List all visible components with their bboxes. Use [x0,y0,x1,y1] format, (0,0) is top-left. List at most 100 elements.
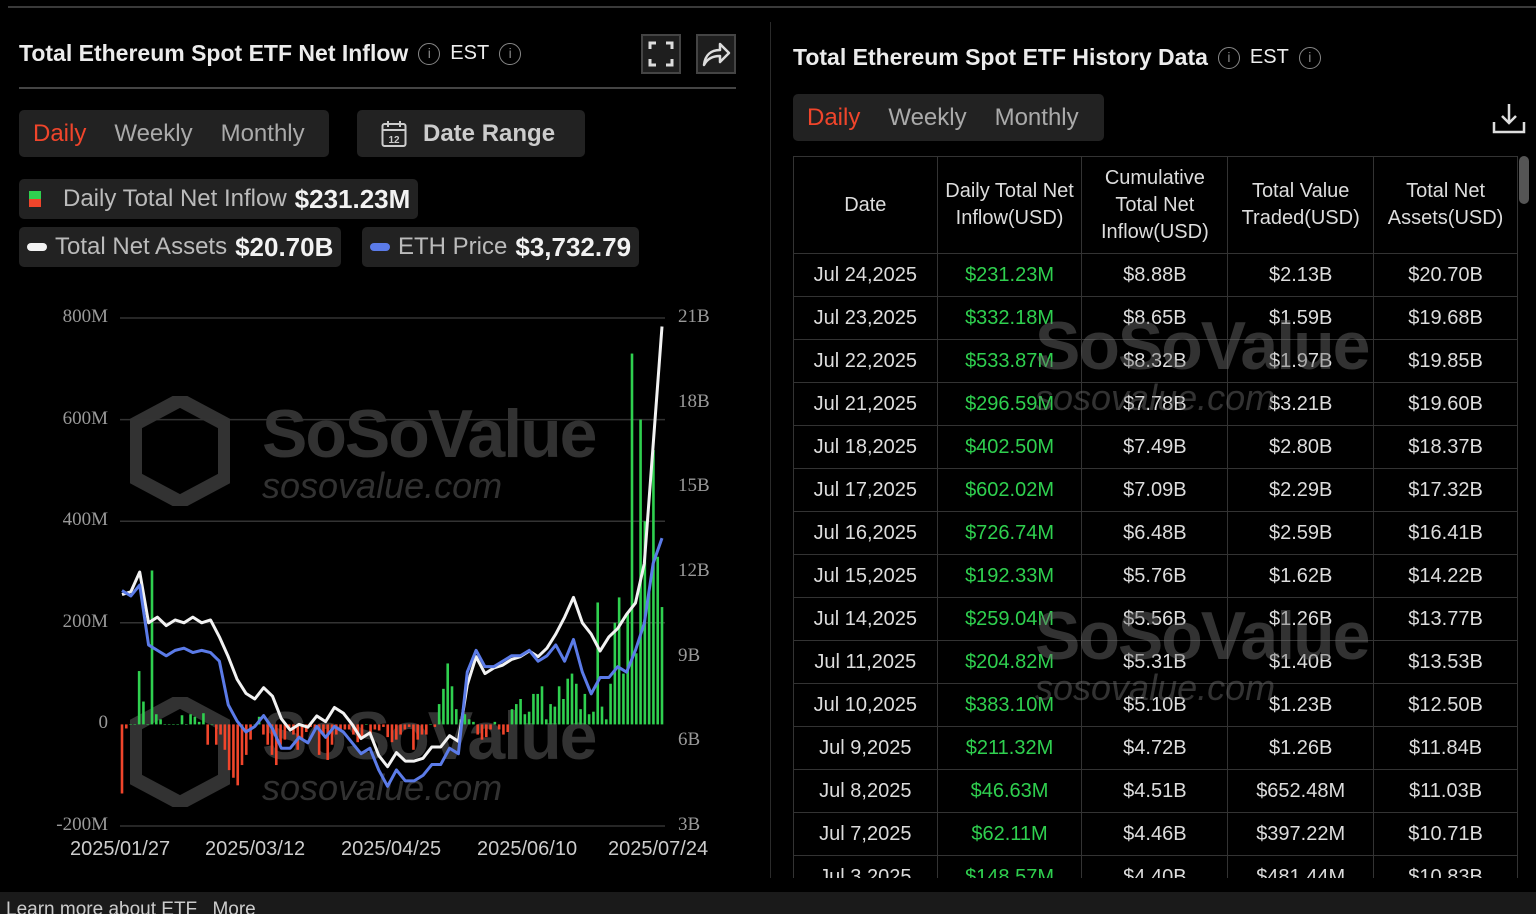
table-cell: $1.59B [1227,296,1375,340]
table-cell: $17.32B [1373,468,1518,512]
table-cell: $296.59M [936,382,1083,426]
table-cell: $18.37B [1373,425,1518,469]
table-cell: $46.63M [936,769,1083,813]
table-cell: Jul 7,2025 [793,812,938,856]
table-cell: $652.48M [1227,769,1375,813]
table-cell: Jul 9,2025 [793,726,938,770]
table-cell: $1.97B [1227,339,1375,383]
table-cell: $481.44M [1227,855,1375,878]
table-row[interactable]: Jul 8,2025 $46.63M $4.51B $652.48M $11.03B [793,769,1518,813]
table-cell: Jul 24,2025 [793,253,938,297]
column-header: Total Net Assets(USD) [1373,156,1518,254]
table-cell: $4.46B [1081,812,1229,856]
table-cell: Jul 14,2025 [793,597,938,641]
table-row[interactable]: Jul 21,2025 $296.59M $7.78B $3.21B $19.60B [793,382,1518,426]
table-cell: $148.57M [936,855,1083,878]
table-cell: $11.84B [1373,726,1518,770]
table-cell: $8.32B [1081,339,1229,383]
table-cell: $5.31B [1081,640,1229,684]
table-cell: $14.22B [1373,554,1518,598]
table-cell: Jul 3,2025 [793,855,938,878]
history-table-viewport: Date Daily Total Net Inflow(USD) Cumulativ… [0,0,1536,878]
table-cell: $2.59B [1227,511,1375,555]
table-cell: $726.74M [936,511,1083,555]
column-header: Daily Total Net Inflow(USD) [936,156,1083,254]
table-cell: $13.53B [1373,640,1518,684]
column-header: Date [793,156,938,254]
table-cell: $6.48B [1081,511,1229,555]
table-cell: $1.23B [1227,683,1375,727]
table-cell: $533.87M [936,339,1083,383]
table-row[interactable]: Jul 14,2025 $259.04M $5.56B $1.26B $13.77B [793,597,1518,641]
table-cell: Jul 10,2025 [793,683,938,727]
table-cell: $19.85B [1373,339,1518,383]
table-cell: $1.62B [1227,554,1375,598]
table-cell: $397.22M [1227,812,1375,856]
table-cell: $2.80B [1227,425,1375,469]
table-row[interactable]: Jul 7,2025 $62.11M $4.46B $397.22M $10.71B [793,812,1518,856]
table-cell: $332.18M [936,296,1083,340]
table-cell: $4.51B [1081,769,1229,813]
table-cell: $13.77B [1373,597,1518,641]
table-cell: $19.60B [1373,382,1518,426]
table-cell: $1.26B [1227,726,1375,770]
table-cell: $1.26B [1227,597,1375,641]
table-cell: $192.33M [936,554,1083,598]
table-cell: Jul 15,2025 [793,554,938,598]
table-cell: $2.13B [1227,253,1375,297]
table-row[interactable]: Jul 17,2025 $602.02M $7.09B $2.29B $17.32B [793,468,1518,512]
footer-bar: Learn more about ETF More [0,892,1536,914]
table-cell: $12.50B [1373,683,1518,727]
table-cell: $8.65B [1081,296,1229,340]
table-cell: $231.23M [936,253,1083,297]
table-cell: $4.72B [1081,726,1229,770]
table-cell: $8.88B [1081,253,1229,297]
column-header: Total Value Traded(USD) [1227,156,1375,254]
table-cell: $4.40B [1081,855,1229,878]
table-cell: $211.32M [936,726,1083,770]
table-row[interactable]: Jul 24,2025 $231.23M $8.88B $2.13B $20.70B [793,253,1518,297]
table-cell: $10.71B [1373,812,1518,856]
table-cell: $62.11M [936,812,1083,856]
table-cell: Jul 16,2025 [793,511,938,555]
table-cell: $20.70B [1373,253,1518,297]
table-cell: Jul 8,2025 [793,769,938,813]
table-row[interactable]: Jul 23,2025 $332.18M $8.65B $1.59B $19.68B [793,296,1518,340]
table-row[interactable]: Jul 15,2025 $192.33M $5.76B $1.62B $14.22B [793,554,1518,598]
table-row[interactable]: Jul 3,2025 $148.57M $4.40B $481.44M $10.83B [793,855,1518,878]
table-cell: $7.49B [1081,425,1229,469]
table-cell: $259.04M [936,597,1083,641]
table-row[interactable]: Jul 22,2025 $533.87M $8.32B $1.97B $19.85B [793,339,1518,383]
table-cell: $204.82M [936,640,1083,684]
table-cell: $383.10M [936,683,1083,727]
table-cell: $2.29B [1227,468,1375,512]
table-cell: $5.10B [1081,683,1229,727]
table-scrollbar[interactable] [1519,156,1529,204]
table-cell: $19.68B [1373,296,1518,340]
history-table: Date Daily Total Net Inflow(USD) Cumulativ… [793,156,1518,878]
table-row[interactable]: Jul 9,2025 $211.32M $4.72B $1.26B $11.84B [793,726,1518,770]
table-cell: Jul 18,2025 [793,425,938,469]
table-row[interactable]: Jul 18,2025 $402.50M $7.49B $2.80B $18.37B [793,425,1518,469]
more-link[interactable]: More [212,899,255,914]
table-cell: $602.02M [936,468,1083,512]
table-row[interactable]: Jul 16,2025 $726.74M $6.48B $2.59B $16.41B [793,511,1518,555]
table-cell: $402.50M [936,425,1083,469]
table-cell: Jul 21,2025 [793,382,938,426]
table-cell: $5.76B [1081,554,1229,598]
table-cell: Jul 17,2025 [793,468,938,512]
table-cell: $16.41B [1373,511,1518,555]
table-cell: $3.21B [1227,382,1375,426]
table-cell: $7.78B [1081,382,1229,426]
table-cell: Jul 23,2025 [793,296,938,340]
table-row[interactable]: Jul 10,2025 $383.10M $5.10B $1.23B $12.50B [793,683,1518,727]
table-cell: $11.03B [1373,769,1518,813]
table-cell: Jul 22,2025 [793,339,938,383]
table-cell: $7.09B [1081,468,1229,512]
column-header: Cumulative Total Net Inflow(USD) [1081,156,1229,254]
table-cell: $1.40B [1227,640,1375,684]
table-cell: $10.83B [1373,855,1518,878]
table-cell: Jul 11,2025 [793,640,938,684]
table-row[interactable]: Jul 11,2025 $204.82M $5.31B $1.40B $13.53B [793,640,1518,684]
table-cell: $5.56B [1081,597,1229,641]
